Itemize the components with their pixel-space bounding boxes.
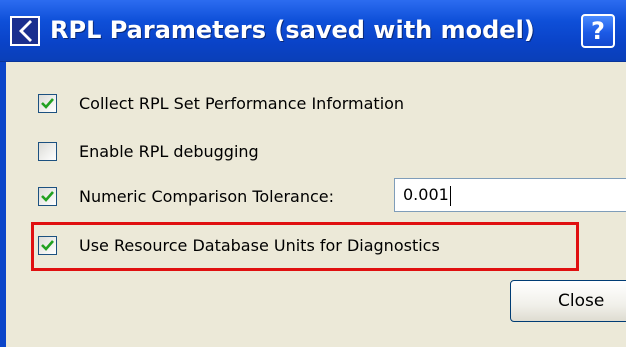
tolerance-input[interactable]: 0.001 bbox=[394, 178, 626, 212]
window-frame bbox=[0, 62, 6, 347]
rpl-parameters-dialog: RPL Parameters (saved with model) ? Coll… bbox=[0, 0, 626, 347]
text-caret bbox=[449, 185, 451, 206]
option-enable-debugging[interactable]: Enable RPL debugging bbox=[38, 136, 259, 166]
collect-performance-checkbox[interactable] bbox=[38, 93, 57, 113]
app-icon bbox=[10, 16, 40, 46]
close-button[interactable]: Close bbox=[510, 280, 626, 322]
option-collect-performance[interactable]: Collect RPL Set Performance Information bbox=[38, 88, 404, 118]
check-icon bbox=[41, 190, 54, 202]
check-icon bbox=[41, 97, 54, 109]
tolerance-value: 0.001 bbox=[403, 185, 449, 204]
collect-performance-label: Collect RPL Set Performance Information bbox=[79, 93, 405, 113]
enable-debugging-label: Enable RPL debugging bbox=[79, 141, 259, 161]
window-title: RPL Parameters (saved with model) bbox=[50, 16, 535, 44]
enable-debugging-checkbox[interactable] bbox=[38, 141, 57, 161]
numeric-tolerance-label: Numeric Comparison Tolerance: bbox=[79, 186, 335, 206]
title-bar[interactable]: RPL Parameters (saved with model) ? bbox=[0, 0, 626, 62]
help-icon[interactable]: ? bbox=[581, 14, 615, 48]
numeric-tolerance-checkbox[interactable] bbox=[38, 186, 57, 206]
option-numeric-tolerance[interactable]: Numeric Comparison Tolerance: bbox=[38, 181, 334, 211]
highlight-box bbox=[31, 222, 579, 271]
